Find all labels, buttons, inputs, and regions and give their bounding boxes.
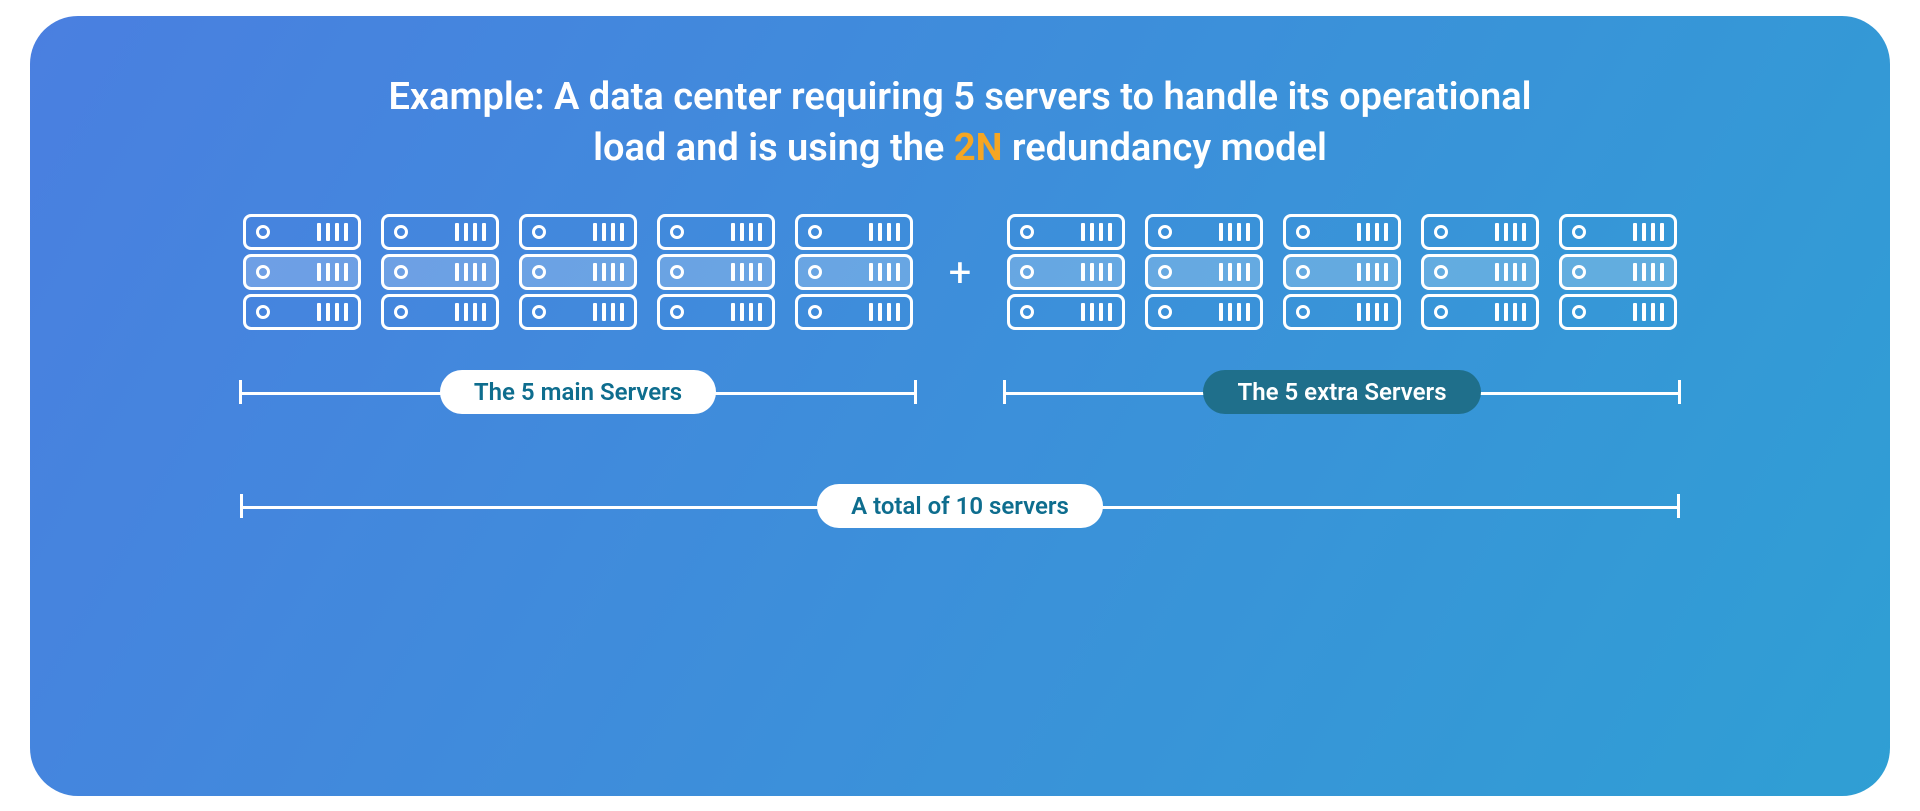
server-unit bbox=[243, 294, 361, 330]
diagram-card: Example: A data center requiring 5 serve… bbox=[30, 16, 1890, 796]
server-icon bbox=[381, 214, 499, 330]
server-icon bbox=[795, 214, 913, 330]
server-unit bbox=[243, 214, 361, 250]
main-servers-group bbox=[243, 214, 913, 330]
total-row: A total of 10 servers bbox=[110, 484, 1810, 528]
total-bracket: A total of 10 servers bbox=[240, 484, 1680, 528]
server-unit bbox=[1559, 254, 1677, 290]
server-unit bbox=[1421, 254, 1539, 290]
server-unit bbox=[1145, 254, 1263, 290]
servers-row: + bbox=[110, 214, 1810, 330]
server-icon bbox=[1421, 214, 1539, 330]
server-unit bbox=[1145, 214, 1263, 250]
server-icon bbox=[243, 214, 361, 330]
server-unit bbox=[1283, 294, 1401, 330]
total-label: A total of 10 servers bbox=[817, 484, 1103, 528]
server-icon bbox=[657, 214, 775, 330]
server-unit bbox=[1421, 214, 1539, 250]
server-unit bbox=[519, 254, 637, 290]
server-unit bbox=[381, 254, 499, 290]
server-unit bbox=[1007, 214, 1125, 250]
plus-symbol: + bbox=[949, 249, 972, 296]
server-unit bbox=[519, 214, 637, 250]
server-unit bbox=[243, 254, 361, 290]
server-unit bbox=[1283, 214, 1401, 250]
server-icon bbox=[519, 214, 637, 330]
extra-bracket: The 5 extra Servers bbox=[1003, 370, 1681, 414]
server-icon bbox=[1559, 214, 1677, 330]
server-icon bbox=[1283, 214, 1401, 330]
bracket-row: The 5 main Servers The 5 extra Servers bbox=[110, 370, 1810, 414]
main-bracket: The 5 main Servers bbox=[239, 370, 917, 414]
server-icon bbox=[1007, 214, 1125, 330]
extra-label: The 5 extra Servers bbox=[1203, 370, 1480, 414]
server-unit bbox=[519, 294, 637, 330]
server-unit bbox=[1283, 254, 1401, 290]
server-icon bbox=[1145, 214, 1263, 330]
title-accent: 2N bbox=[954, 126, 1003, 170]
server-unit bbox=[381, 214, 499, 250]
server-unit bbox=[795, 294, 913, 330]
server-unit bbox=[795, 214, 913, 250]
server-unit bbox=[1559, 294, 1677, 330]
server-unit bbox=[1421, 294, 1539, 330]
server-unit bbox=[1007, 254, 1125, 290]
server-unit bbox=[657, 254, 775, 290]
server-unit bbox=[1559, 214, 1677, 250]
server-unit bbox=[381, 294, 499, 330]
server-unit bbox=[657, 294, 775, 330]
title-suffix: redundancy model bbox=[1002, 126, 1326, 170]
diagram-title: Example: A data center requiring 5 serve… bbox=[360, 72, 1560, 175]
server-unit bbox=[657, 214, 775, 250]
server-unit bbox=[795, 254, 913, 290]
extra-servers-group bbox=[1007, 214, 1677, 330]
main-label: The 5 main Servers bbox=[440, 370, 716, 414]
server-unit bbox=[1145, 294, 1263, 330]
server-unit bbox=[1007, 294, 1125, 330]
